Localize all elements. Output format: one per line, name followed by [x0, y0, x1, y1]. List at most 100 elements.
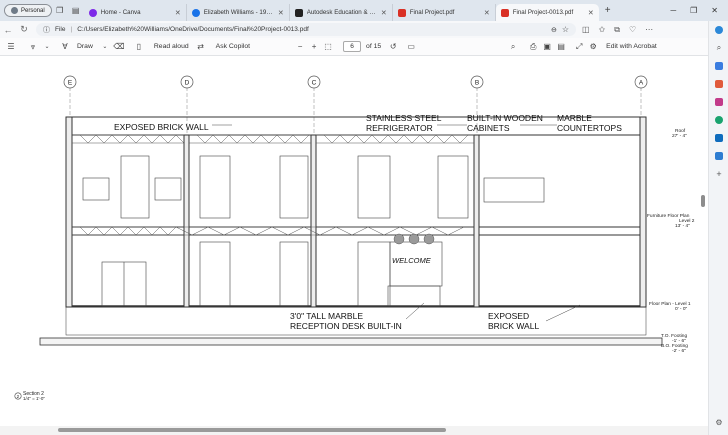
profile-label: Personal	[21, 7, 45, 14]
back-icon[interactable]: ←	[0, 25, 16, 35]
page-view-icon[interactable]: ▯	[132, 42, 146, 51]
search-icon[interactable]: ⌕	[506, 42, 520, 52]
close-icon[interactable]: ✕	[484, 9, 490, 17]
profile-button[interactable]: Personal	[4, 4, 52, 17]
roof-truss	[72, 134, 474, 236]
split-screen-icon[interactable]: ◫	[582, 25, 590, 35]
section-marker: 2	[17, 394, 20, 399]
settings-gear-icon[interactable]: ⚙	[586, 42, 600, 51]
outlook-icon[interactable]	[709, 129, 728, 147]
draw-icon[interactable]: ∀	[58, 42, 72, 51]
level-furniture-3: 13' - 4"	[675, 223, 690, 229]
eraser-icon[interactable]: ⌫	[112, 42, 126, 51]
callout-marble-1: MARBLE	[557, 113, 592, 123]
close-icon[interactable]: ✕	[175, 9, 181, 17]
two-page-icon[interactable]: ▭	[404, 42, 418, 51]
callout-built-in-1: BUILT-IN WOODEN	[467, 113, 543, 123]
callout-exposed-brick-bottom-1: EXPOSED	[488, 311, 529, 321]
close-window-icon[interactable]: ✕	[711, 6, 718, 15]
chevron-down-icon[interactable]: ⌄	[40, 43, 54, 50]
zoom-in-icon[interactable]: +	[307, 42, 321, 51]
close-icon[interactable]: ✕	[588, 9, 594, 17]
tab-final-project-0013[interactable]: Final Project-0013.pdf ✕	[495, 4, 599, 21]
welcome-sign: WELCOME	[392, 256, 432, 265]
new-tab-icon[interactable]: +	[605, 5, 611, 16]
callout-reception-2: RECEPTION DESK BUILT-IN	[290, 321, 402, 331]
pdf-favicon-icon	[397, 8, 406, 17]
divider: |	[70, 26, 73, 33]
microsoft-365-icon[interactable]	[709, 111, 728, 129]
collections-icon[interactable]: ⧉	[614, 25, 620, 35]
settings-gear-icon[interactable]: ⚙	[709, 413, 728, 431]
tab-elizabeth-williams[interactable]: Elizabeth Williams - 19.999 = ✕	[187, 4, 290, 21]
pdf-toolbar: ☰ ⩔ ⌄ ∀ Draw ⌄ ⌫ ▯ Read aloud ⇄ Ask Copi…	[0, 38, 708, 56]
workspaces-icon[interactable]: ❐	[52, 4, 68, 18]
close-icon[interactable]: ✕	[381, 9, 387, 17]
contents-icon[interactable]: ☰	[4, 42, 18, 51]
url-text[interactable]: C:/Users/Elizabeth%20Williams/OneDrive/D…	[77, 26, 546, 33]
tab-title: Final Project-0013.pdf	[512, 9, 574, 16]
bo-footing-2: -2' - 6"	[672, 348, 686, 354]
shopping-icon[interactable]	[709, 57, 728, 75]
level-roof-2: 27' - 4"	[672, 133, 687, 139]
rotate-icon[interactable]: ↺	[386, 42, 400, 51]
more-icon[interactable]: ⋯	[645, 25, 653, 35]
address-bar[interactable]: ⓘ File | C:/Users/Elizabeth%20Williams/O…	[36, 23, 576, 36]
grid-bubbles: E D C B A	[63, 75, 648, 89]
add-icon[interactable]: +	[709, 165, 728, 183]
page-total: of 15	[366, 43, 382, 50]
callout-built-in-2: CABINETS	[467, 123, 510, 133]
favorite-star-icon[interactable]: ☆	[562, 25, 569, 34]
highlight-icon[interactable]: ⩔	[26, 42, 40, 52]
print-icon[interactable]: ⎙	[526, 42, 540, 52]
search-icon[interactable]: ⌕	[709, 39, 728, 57]
grid-label-c: C	[312, 80, 317, 87]
zoom-icon[interactable]: ⊖	[551, 26, 557, 34]
tab-title: Elizabeth Williams - 19.999 =	[203, 9, 274, 16]
building-shell	[65, 116, 647, 308]
restore-icon[interactable]: ❐	[690, 6, 697, 15]
grid-label-e: E	[68, 80, 73, 87]
browser-essentials-icon[interactable]: ♡	[629, 25, 636, 35]
tab-canva[interactable]: Home - Canva ✕	[84, 4, 187, 21]
games-icon[interactable]	[709, 93, 728, 111]
chevron-down-icon[interactable]: ⌄	[98, 43, 112, 50]
grid-label-a: A	[639, 80, 644, 87]
copilot-icon[interactable]	[709, 21, 728, 39]
tools-icon[interactable]	[709, 75, 728, 93]
save-icon[interactable]: ▣	[540, 42, 554, 51]
tab-actions-icon[interactable]: ▤	[68, 4, 84, 18]
info-icon[interactable]: ⓘ	[43, 25, 50, 35]
drawing-callouts: EXPOSED BRICK WALL STAINLESS STEEL REFRI…	[114, 113, 622, 331]
refresh-icon[interactable]: ↻	[16, 24, 32, 35]
callout-reception-1: 3'0" TALL MARBLE	[290, 311, 363, 321]
drop-icon[interactable]	[709, 147, 728, 165]
tab-final-project[interactable]: Final Project.pdf ✕	[393, 4, 496, 21]
tab-autodesk[interactable]: Autodesk Education & Student ✕	[290, 4, 393, 21]
close-icon[interactable]: ✕	[278, 9, 284, 17]
tab-title: Autodesk Education & Student	[306, 9, 377, 16]
callout-stainless-2: REFRIGERATOR	[366, 123, 433, 133]
edit-with-acrobat-button[interactable]: Edit with Acrobat	[606, 43, 657, 50]
callout-exposed-brick-top: EXPOSED BRICK WALL	[114, 122, 209, 132]
fit-page-icon[interactable]: ⬚	[321, 42, 335, 51]
translate-icon[interactable]: ⇄	[194, 42, 208, 51]
save-as-icon[interactable]: ▤	[554, 42, 568, 51]
pdf-favicon-icon	[500, 8, 509, 17]
fullscreen-icon[interactable]: ⤢	[572, 42, 586, 52]
leader-lines	[212, 124, 581, 322]
vertical-scroll-thumb[interactable]	[701, 195, 705, 207]
page-number-input[interactable]: 6	[343, 41, 362, 52]
zoom-out-icon[interactable]: −	[293, 42, 307, 51]
horizontal-scrollbar[interactable]	[0, 426, 708, 435]
ask-copilot-button[interactable]: Ask Copilot	[216, 43, 250, 50]
horizontal-scroll-thumb[interactable]	[58, 428, 446, 432]
autodesk-favicon-icon	[294, 8, 303, 17]
grid-label-b: B	[475, 80, 479, 87]
address-bar-row: ← ↻ ⓘ File | C:/Users/Elizabeth%20Willia…	[0, 21, 728, 38]
read-aloud-button[interactable]: Read aloud	[154, 43, 189, 50]
draw-button[interactable]: Draw	[77, 43, 93, 50]
minimize-icon[interactable]: ─	[670, 6, 676, 15]
favorites-icon[interactable]: ✩	[599, 25, 606, 35]
level-1-2: 0' - 0"	[675, 306, 688, 312]
